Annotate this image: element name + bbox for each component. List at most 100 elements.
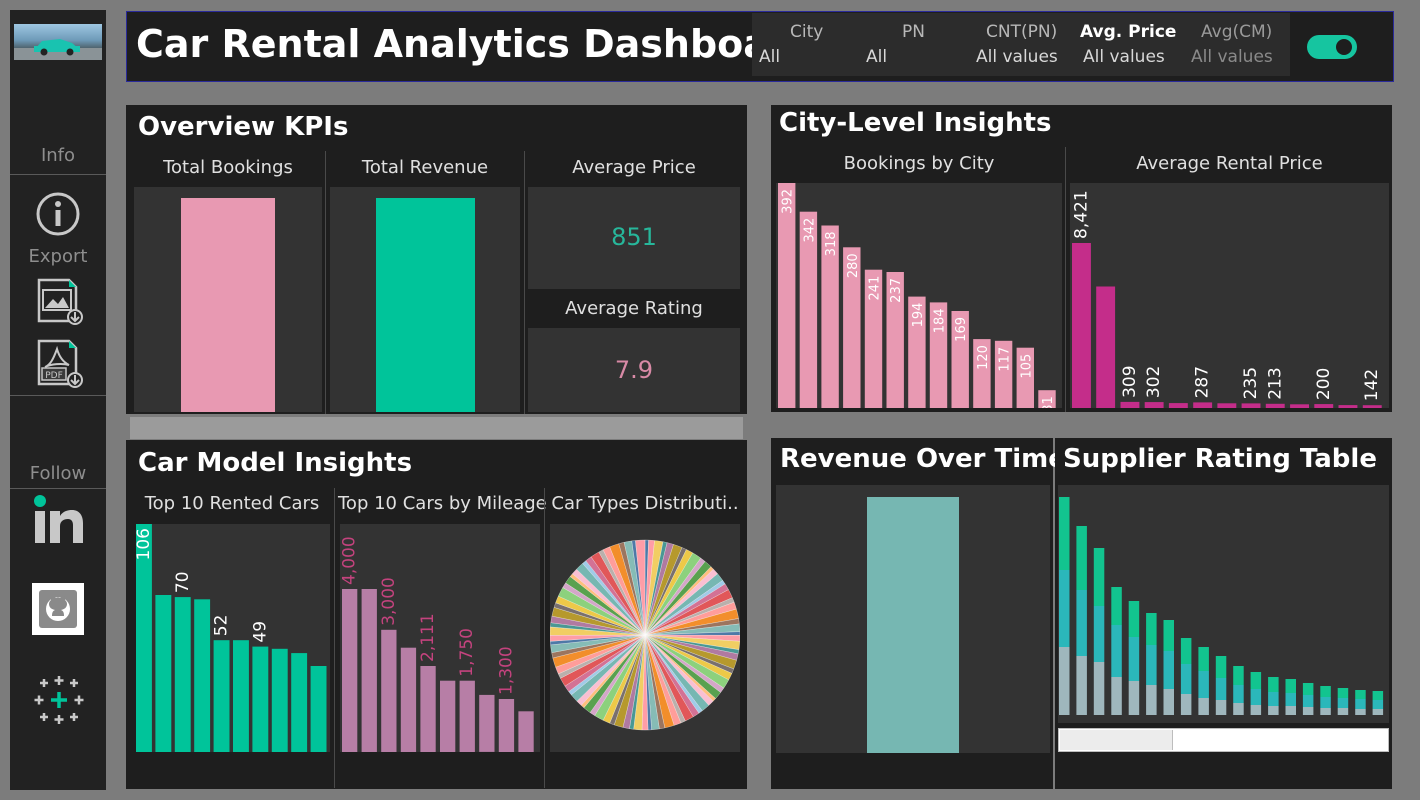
rented-car-bar[interactable] — [213, 640, 230, 752]
supplier-rating-bar-segment[interactable] — [1163, 620, 1175, 651]
supplier-rating-bar-segment[interactable] — [1093, 548, 1105, 606]
supplier-rating-bar-segment[interactable] — [1180, 638, 1192, 664]
avg-price-bar[interactable] — [1193, 402, 1213, 408]
mileage-bar[interactable] — [518, 711, 534, 752]
rented-car-bar[interactable] — [310, 666, 327, 752]
avg-price-bar[interactable] — [1217, 403, 1237, 408]
filter-avg-price-value[interactable]: All values — [1083, 47, 1165, 67]
supplier-rating-bar-segment[interactable] — [1111, 625, 1122, 677]
filter-avg-cm-value[interactable]: All values — [1191, 47, 1273, 67]
supplier-rating-bar-segment[interactable] — [1076, 526, 1087, 590]
avg-price-bar[interactable] — [1241, 403, 1261, 408]
mileage-bar[interactable] — [459, 680, 475, 752]
supplier-rating-bar-segment[interactable] — [1111, 677, 1122, 715]
avg-price-bar[interactable] — [1362, 405, 1382, 408]
supplier-rating-bar-segment[interactable] — [1372, 700, 1384, 709]
filter-cnt-pn-value[interactable]: All values — [976, 47, 1058, 67]
rented-car-bar[interactable] — [155, 595, 172, 752]
city-bookings-bar[interactable] — [778, 183, 796, 408]
supplier-rating-bar-segment[interactable] — [1198, 698, 1209, 715]
supplier-rating-bar-segment[interactable] — [1215, 678, 1227, 700]
supplier-rating-bar-segment[interactable] — [1250, 705, 1262, 715]
tableau-icon[interactable] — [33, 674, 85, 730]
supplier-rating-bar-segment[interactable] — [1180, 664, 1192, 694]
supplier-rating-bar-segment[interactable] — [1128, 681, 1140, 715]
supplier-rating-bar-segment[interactable] — [1163, 651, 1175, 689]
supplier-rating-bar-segment[interactable] — [1198, 647, 1209, 671]
avg-price-bar[interactable] — [1265, 403, 1285, 408]
supplier-rating-bar-segment[interactable] — [1163, 689, 1175, 715]
mileage-bar[interactable] — [381, 629, 397, 752]
avg-price-bar[interactable] — [1096, 286, 1116, 409]
mileage-bar[interactable] — [361, 589, 377, 752]
total-revenue-bar[interactable] — [376, 198, 475, 412]
rented-car-bar[interactable] — [194, 599, 211, 752]
supplier-rating-bar-segment[interactable] — [1268, 706, 1279, 715]
supplier-rating-bar-segment[interactable] — [1146, 645, 1157, 685]
mileage-bar[interactable] — [440, 680, 456, 752]
rented-car-bar[interactable] — [233, 640, 249, 752]
filter-pn-value[interactable]: All — [866, 47, 887, 67]
supplier-rating-bar-segment[interactable] — [1302, 695, 1314, 707]
supplier-rating-bar-segment[interactable] — [1233, 685, 1244, 703]
supplier-rating-bar-segment[interactable] — [1285, 706, 1297, 715]
supplier-rating-bar-segment[interactable] — [1337, 688, 1349, 698]
rented-car-bar[interactable] — [174, 597, 191, 752]
revenue-bar[interactable] — [867, 497, 959, 753]
avg-price-bar[interactable] — [1144, 402, 1164, 408]
filter-city-value[interactable]: All — [759, 47, 780, 67]
supplier-rating-bar-segment[interactable] — [1059, 570, 1070, 647]
supplier-rating-bar-segment[interactable] — [1215, 656, 1227, 678]
supplier-rating-bar-segment[interactable] — [1320, 708, 1331, 715]
supplier-rating-bar-segment[interactable] — [1093, 662, 1105, 715]
github-button[interactable] — [32, 583, 84, 635]
supplier-rating-bar-segment[interactable] — [1128, 637, 1140, 681]
supplier-rating-bar-segment[interactable] — [1302, 707, 1314, 715]
total-bookings-bar[interactable] — [181, 198, 275, 412]
mileage-bar[interactable] — [479, 694, 495, 752]
export-pdf-icon[interactable]: PDF — [36, 338, 86, 394]
mileage-bar[interactable] — [342, 589, 358, 752]
supplier-rating-bar-segment[interactable] — [1337, 698, 1349, 708]
supplier-rating-bar-segment[interactable] — [1268, 692, 1279, 706]
rented-car-bar[interactable] — [252, 646, 269, 752]
supplier-rating-bar-segment[interactable] — [1180, 694, 1192, 715]
supplier-rating-bar-segment[interactable] — [1372, 691, 1384, 700]
supplier-rating-bar-segment[interactable] — [1146, 613, 1157, 645]
supplier-rating-bar-segment[interactable] — [1128, 601, 1140, 637]
supplier-rating-bar-segment[interactable] — [1285, 679, 1297, 693]
supplier-rating-bar-segment[interactable] — [1093, 606, 1105, 662]
rented-car-bar[interactable] — [291, 653, 308, 752]
supplier-rating-bar-segment[interactable] — [1250, 689, 1262, 705]
avg-price-bar[interactable] — [1338, 405, 1358, 408]
mileage-bar[interactable] — [498, 699, 515, 752]
avg-price-bar[interactable] — [1072, 243, 1091, 408]
rented-car-bar[interactable] — [271, 648, 288, 752]
supplier-rating-bar-segment[interactable] — [1059, 647, 1070, 715]
supplier-rating-bar-segment[interactable] — [1233, 666, 1244, 685]
mileage-bar[interactable] — [400, 647, 417, 752]
supplier-rating-bar-segment[interactable] — [1198, 671, 1209, 698]
avg-price-bar[interactable] — [1290, 404, 1309, 408]
supplier-rating-bar-segment[interactable] — [1059, 497, 1070, 570]
info-icon[interactable] — [35, 191, 81, 241]
supplier-rating-bar-segment[interactable] — [1337, 708, 1349, 715]
supplier-rating-bar-segment[interactable] — [1215, 700, 1227, 715]
supplier-rating-bar-segment[interactable] — [1285, 693, 1297, 706]
supplier-rating-bar-segment[interactable] — [1076, 656, 1087, 715]
supplier-rating-bar-segment[interactable] — [1355, 690, 1366, 699]
supplier-rating-bar-segment[interactable] — [1372, 709, 1384, 715]
supplier-rating-bar-segment[interactable] — [1355, 699, 1366, 709]
avg-price-bar[interactable] — [1314, 404, 1334, 408]
supplier-rating-bar-segment[interactable] — [1233, 703, 1244, 715]
mileage-bar[interactable] — [420, 666, 436, 752]
supplier-rating-bar-segment[interactable] — [1355, 709, 1366, 715]
supplier-rating-bar-segment[interactable] — [1320, 697, 1331, 708]
supplier-rating-bar-segment[interactable] — [1250, 672, 1262, 689]
avg-price-bar[interactable] — [1120, 401, 1140, 408]
supplier-scrollbar-thumb[interactable] — [1060, 730, 1173, 750]
supplier-rating-bar-segment[interactable] — [1076, 590, 1087, 656]
supplier-rating-bar-segment[interactable] — [1111, 587, 1122, 625]
linkedin-icon[interactable] — [33, 494, 85, 550]
avg-price-bar[interactable] — [1168, 403, 1188, 408]
